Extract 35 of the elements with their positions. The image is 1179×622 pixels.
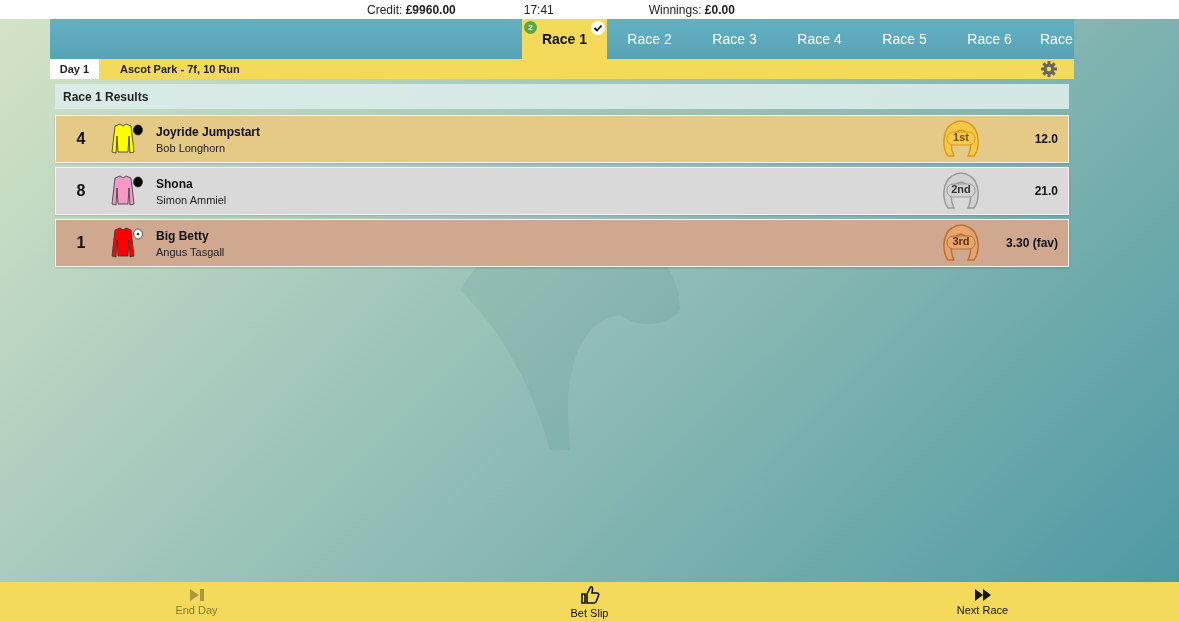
race-tab[interactable]: Race 4: [777, 19, 862, 59]
race-tab[interactable]: Race 3: [692, 19, 777, 59]
settings-icon[interactable]: [1041, 61, 1057, 77]
odds-text: 12.0: [1033, 132, 1059, 146]
horse-name: Joyride Jumpstart: [156, 124, 262, 139]
footer-button[interactable]: Next Race: [786, 582, 1179, 622]
skip-end-icon: [188, 587, 205, 602]
meeting-text: Ascot Park - 7f, 10 Run: [120, 63, 241, 75]
clock-text: 17:41: [523, 2, 554, 17]
results-title: Race 1 Results: [55, 84, 1069, 109]
winnings-text: Winnings: £0.00: [648, 2, 735, 17]
runner-number: 1: [75, 234, 87, 252]
race-tab[interactable]: 2 Race 1: [522, 19, 607, 59]
horse-name: Shona: [156, 176, 194, 191]
runner-number: 4: [75, 130, 87, 148]
day-label: Day 1: [50, 59, 99, 79]
runner-number: 8: [75, 182, 87, 200]
horseshoe-medal: 2nd: [940, 170, 982, 212]
credit-text: Credit: £9960.00: [367, 2, 456, 17]
horseshoe-medal: 3rd: [940, 222, 982, 264]
fast-forward-icon: [973, 587, 992, 602]
jockey-name: Simon Ammiel: [156, 193, 228, 206]
jockey-name: Bob Longhorn: [156, 141, 227, 154]
footer-button[interactable]: Bet Slip: [393, 582, 786, 622]
count-badge: 2: [524, 21, 537, 34]
horseshoe-medal: 1st: [940, 118, 982, 160]
race-tab[interactable]: Race 2: [607, 19, 692, 59]
race-tab[interactable]: Race 6: [947, 19, 1032, 59]
thumbs-up-icon: [579, 584, 600, 605]
race-tab[interactable]: Race 5: [862, 19, 947, 59]
race-tab[interactable]: Race: [1032, 19, 1074, 59]
odds-text: 3.30 (fav): [1004, 236, 1059, 250]
horse-name: Big Betty: [156, 228, 210, 243]
jockey-name: Angus Tasgall: [156, 245, 226, 258]
odds-text: 21.0: [1033, 184, 1059, 198]
